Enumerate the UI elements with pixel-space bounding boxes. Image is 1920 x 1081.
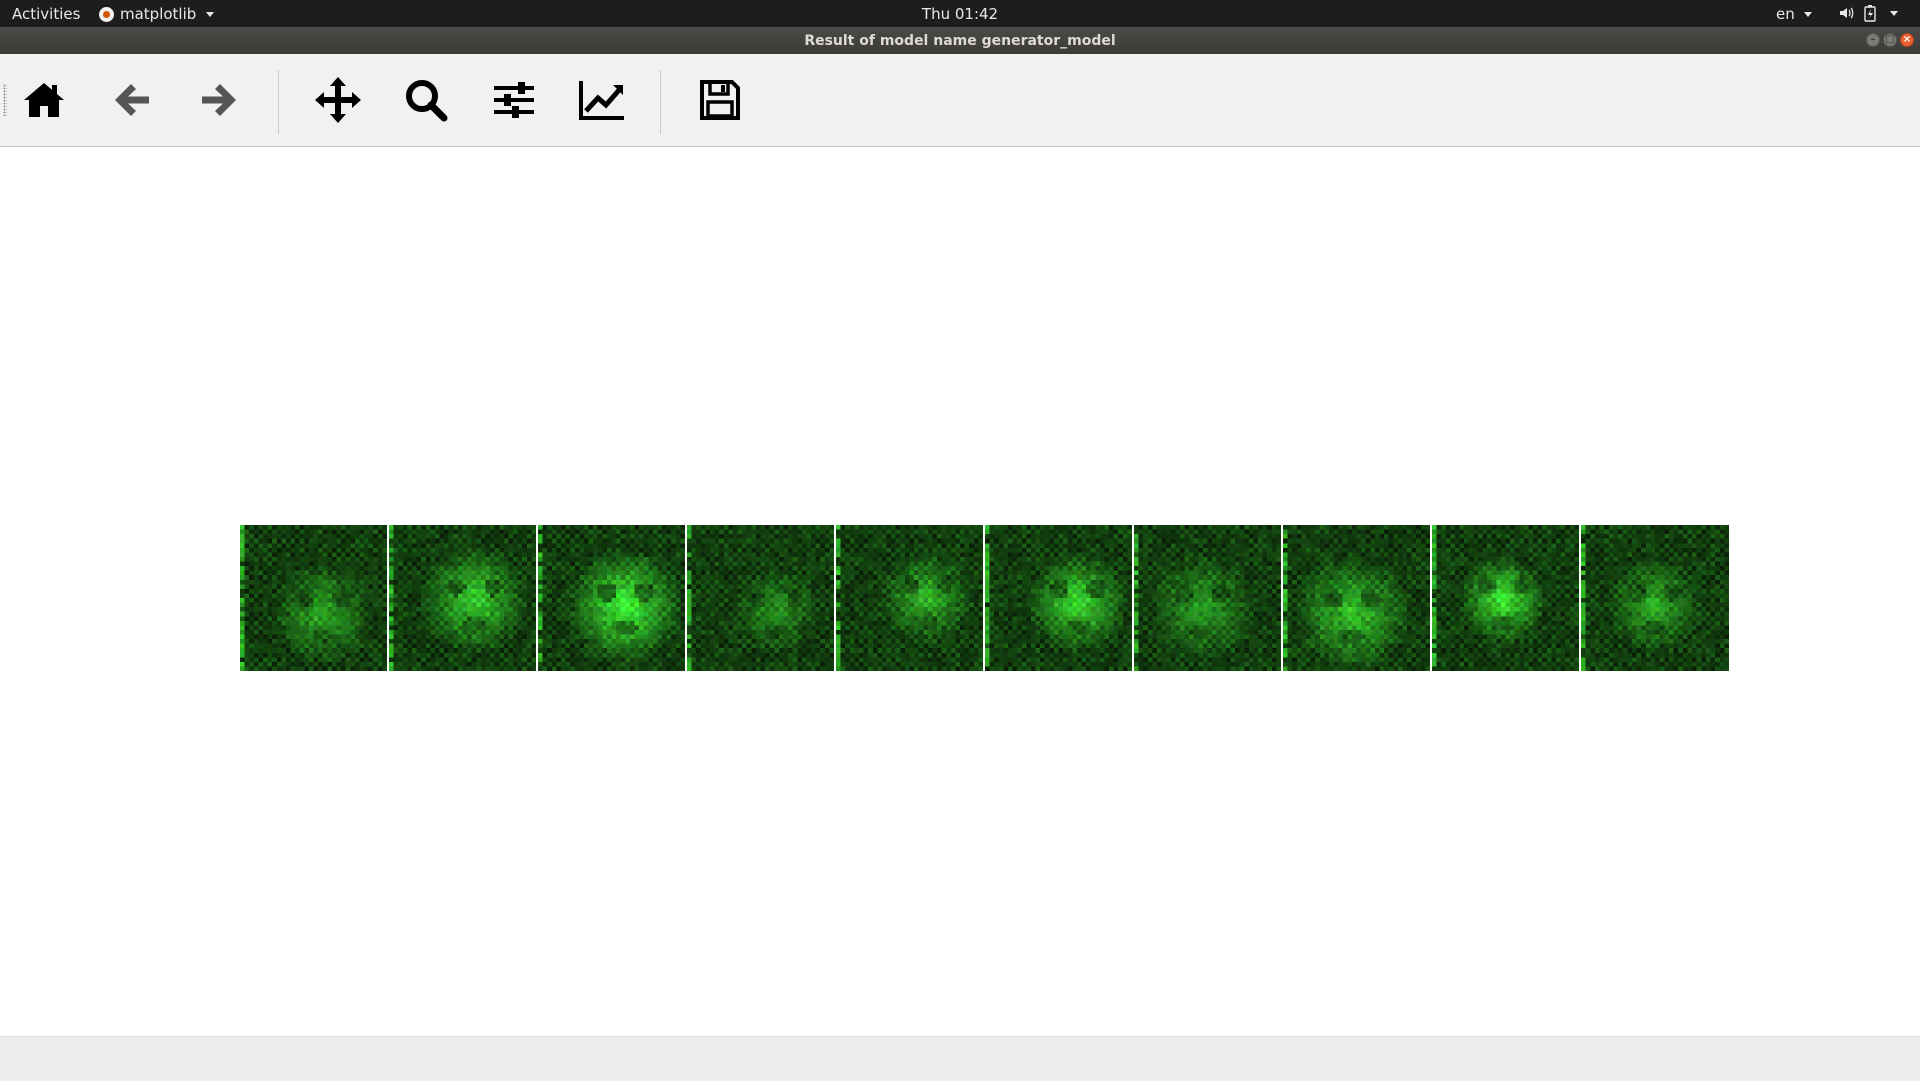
clock-container: Thu 01:42 <box>0 5 1920 23</box>
close-button[interactable]: × <box>1900 33 1914 47</box>
toolbar-grip[interactable] <box>3 84 7 116</box>
app-menu-label: matplotlib <box>120 5 197 23</box>
figure-canvas[interactable] <box>0 147 1920 1036</box>
move-arrows-icon <box>315 77 361 123</box>
chevron-down-icon <box>1803 12 1812 17</box>
arrow-left-icon <box>115 84 149 116</box>
line-chart-icon <box>579 81 624 120</box>
toolbar-separator <box>660 70 661 134</box>
generated-sample-image <box>1581 525 1729 671</box>
language-indicator[interactable]: en <box>1776 5 1812 23</box>
status-bar <box>0 1036 1920 1081</box>
generated-sample-image <box>1134 525 1281 671</box>
zoom-button[interactable] <box>402 76 450 124</box>
gnome-top-bar: Activities matplotlib Thu 01:42 en <box>0 0 1920 27</box>
chevron-down-icon <box>206 11 215 17</box>
window-title: Result of model name generator_model <box>804 33 1116 49</box>
generated-sample-image <box>687 525 834 671</box>
app-menu[interactable]: matplotlib <box>99 5 215 23</box>
minimize-button[interactable]: – <box>1866 33 1880 47</box>
generated-sample-image <box>1432 525 1579 671</box>
sliders-icon <box>494 82 534 118</box>
matplotlib-app-icon <box>99 6 114 22</box>
clock[interactable]: Thu 01:42 <box>922 5 998 23</box>
generated-image-strip <box>240 525 1729 671</box>
pan-button[interactable] <box>314 76 362 124</box>
volume-icon <box>1840 7 1854 19</box>
navigation-toolbar <box>0 54 1920 147</box>
window-controls: – □ × <box>1866 33 1914 47</box>
edit-axes-button[interactable] <box>578 76 626 124</box>
arrow-right-icon <box>202 84 236 116</box>
generated-sample-image <box>836 525 983 671</box>
battery-icon <box>1864 5 1876 22</box>
window-title-bar[interactable]: Result of model name generator_model – □… <box>0 27 1920 54</box>
generated-sample-image <box>240 525 387 671</box>
save-figure-button[interactable] <box>696 76 744 124</box>
floppy-disk-icon <box>700 80 740 120</box>
home-button[interactable] <box>20 76 68 124</box>
activities-button[interactable]: Activities <box>12 5 80 23</box>
language-label: en <box>1776 5 1795 23</box>
forward-button[interactable] <box>195 76 243 124</box>
generated-sample-image <box>538 525 685 671</box>
maximize-button[interactable]: □ <box>1883 33 1897 47</box>
generated-sample-image <box>1283 525 1430 671</box>
home-icon <box>24 83 64 117</box>
toolbar-separator <box>278 70 279 134</box>
magnifier-icon <box>406 80 448 122</box>
system-menu-chevron-icon <box>1890 10 1898 16</box>
back-button[interactable] <box>108 76 156 124</box>
generated-sample-image <box>985 525 1132 671</box>
configure-subplots-button[interactable] <box>490 76 538 124</box>
system-status-area[interactable] <box>1838 4 1898 22</box>
generated-sample-image <box>389 525 536 671</box>
